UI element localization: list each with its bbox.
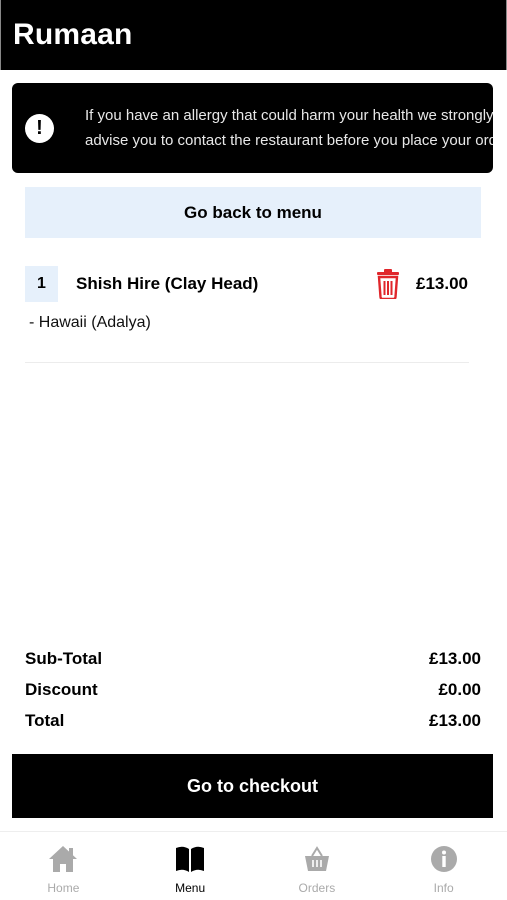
item-quantity[interactable]: 1 — [25, 266, 58, 302]
page-title: Rumaan — [13, 18, 133, 51]
checkout-button[interactable]: Go to checkout — [12, 754, 493, 818]
cart-item: 1 Shish Hire (Clay Head) £13.00 — [25, 266, 481, 306]
allergy-message: If you have an allergy that could harm y… — [85, 103, 493, 153]
nav-item-info[interactable]: Info — [380, 832, 507, 900]
subtotal-row: Sub-Total £13.00 — [25, 649, 481, 669]
total-row: Total £13.00 — [25, 711, 481, 731]
discount-label: Discount — [25, 680, 98, 699]
back-to-menu-button[interactable]: Go back to menu — [25, 187, 481, 238]
item-option: - Hawaii (Adalya) — [29, 314, 151, 331]
app-header: Rumaan — [0, 0, 507, 70]
divider — [25, 362, 469, 363]
info-icon — [430, 846, 457, 872]
home-icon — [49, 846, 78, 872]
item-price: £13.00 — [416, 274, 468, 293]
bottom-nav: Home Menu Orders Info — [0, 831, 507, 900]
nav-item-menu[interactable]: Menu — [127, 832, 254, 900]
nav-label-info: Info — [433, 881, 454, 895]
subtotal-label: Sub-Total — [25, 649, 103, 668]
nav-label-home: Home — [47, 881, 80, 895]
allergy-notice: ! If you have an allergy that could harm… — [12, 83, 493, 173]
exclamation-icon: ! — [25, 113, 54, 143]
basket-icon — [304, 846, 329, 871]
trash-icon[interactable] — [375, 269, 401, 299]
discount-value: £0.00 — [438, 680, 481, 699]
total-value: £13.00 — [429, 711, 481, 730]
nav-item-home[interactable]: Home — [0, 832, 127, 900]
nav-label-menu: Menu — [175, 881, 206, 895]
allergy-message-line2: advise you to contact the restaurant bef… — [85, 132, 493, 149]
nav-label-orders: Orders — [298, 881, 336, 895]
subtotal-value: £13.00 — [429, 649, 481, 668]
allergy-message-line1: If you have an allergy that could harm y… — [85, 107, 493, 124]
total-label: Total — [25, 711, 65, 730]
nav-item-orders[interactable]: Orders — [254, 832, 381, 900]
item-name: Shish Hire (Clay Head) — [76, 274, 259, 293]
discount-row: Discount £0.00 — [25, 680, 481, 700]
book-icon — [176, 846, 205, 872]
